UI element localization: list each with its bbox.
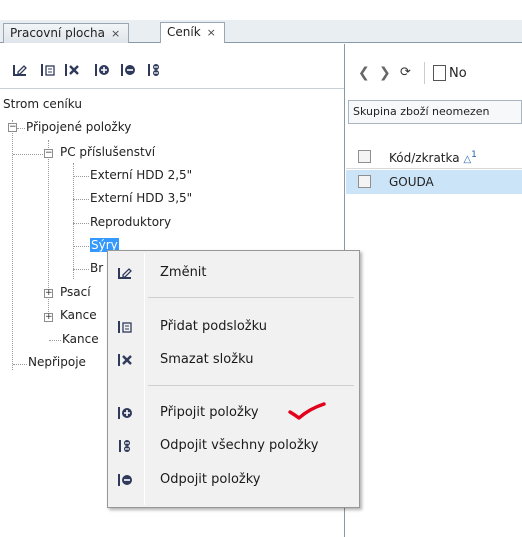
- new-document-icon[interactable]: [433, 65, 446, 81]
- tab-pracovni-plocha[interactable]: Pracovní plocha ×: [3, 23, 130, 43]
- tree-line: [73, 199, 89, 200]
- forward-icon[interactable]: ❯: [379, 65, 391, 81]
- collapse-icon[interactable]: −: [8, 123, 17, 132]
- tree-item-pripojene[interactable]: Připojené položky: [26, 120, 131, 134]
- attach-items-icon: [116, 404, 134, 422]
- tree-item-kance-1[interactable]: Kance: [60, 308, 97, 322]
- delete-folder-icon: [116, 351, 134, 369]
- context-menu: Změnit Přidat podsložku Smazat složku Př…: [107, 250, 360, 508]
- menu-item-label: Přidat podsložku: [160, 319, 268, 334]
- new-button-label[interactable]: No: [449, 66, 467, 81]
- tree-line: [73, 246, 89, 247]
- window-top-strip: [0, 0, 522, 20]
- column-header-kod[interactable]: Kód/zkratka △1: [389, 150, 477, 165]
- menu-separator: [148, 385, 354, 386]
- menu-item-label: Odpojit všechny položky: [160, 438, 319, 453]
- tree-item-repro[interactable]: Reproduktory: [90, 215, 171, 229]
- tree-line: [73, 223, 89, 224]
- edit-icon[interactable]: [10, 61, 30, 79]
- expand-icon[interactable]: +: [44, 289, 53, 298]
- menu-item-label: Odpojit položky: [160, 472, 261, 487]
- tree-item-kance-2[interactable]: Kance: [62, 332, 99, 346]
- tab-cenik[interactable]: Ceník ×: [160, 22, 225, 43]
- detach-all-icon[interactable]: [144, 61, 164, 79]
- column-header-kod-label: Kód/zkratka: [389, 151, 460, 165]
- select-all-checkbox[interactable]: [358, 150, 371, 163]
- edit-icon: [116, 264, 134, 282]
- tree-line: [73, 163, 74, 279]
- tree-item-hdd25[interactable]: Externí HDD 2,5": [90, 168, 192, 182]
- menu-item-pripojit-polozky[interactable]: Připojit položky: [111, 400, 356, 426]
- tree-item-hdd35[interactable]: Externí HDD 3,5": [90, 191, 192, 205]
- tree-root-label[interactable]: Strom ceníku: [3, 97, 82, 111]
- tab-bar: Pracovní plocha × Ceník ×: [0, 20, 522, 43]
- add-subfolder-icon[interactable]: [38, 61, 58, 79]
- tree-toolbar: [0, 44, 344, 89]
- menu-item-label: Připojit položky: [160, 405, 259, 420]
- items-toolbar: ❮ ❯ ⟳ No: [346, 44, 522, 89]
- sort-ascending-icon: △: [463, 154, 472, 165]
- row-checkbox[interactable]: [358, 175, 371, 188]
- attach-items-icon[interactable]: [92, 61, 112, 79]
- tree-item-psaci[interactable]: Psací: [60, 285, 91, 299]
- tree-line: [49, 340, 61, 341]
- close-icon[interactable]: ×: [111, 27, 120, 40]
- tree-item-br[interactable]: Br: [90, 261, 103, 275]
- menu-item-label: Smazat složku: [160, 352, 254, 367]
- items-pane: ❮ ❯ ⟳ No Skupina zboží neomezen Kód/zkra…: [346, 44, 522, 537]
- menu-item-zmenit[interactable]: Změnit: [111, 260, 356, 286]
- grid-header: Kód/zkratka △1: [346, 144, 522, 169]
- tree-line: [73, 176, 89, 177]
- menu-separator: [148, 297, 354, 298]
- detach-items-icon: [116, 471, 134, 489]
- tree-line: [13, 364, 27, 365]
- tree-item-nepripojene[interactable]: Nepřipoje: [28, 355, 86, 369]
- collapse-icon[interactable]: −: [44, 149, 53, 158]
- tree-line: [12, 120, 13, 370]
- delete-folder-icon[interactable]: [62, 61, 82, 79]
- tree-line: [13, 154, 43, 155]
- add-subfolder-icon: [116, 318, 134, 336]
- detach-all-icon: [116, 437, 134, 455]
- tree-line: [73, 269, 89, 270]
- expand-icon[interactable]: +: [44, 313, 53, 322]
- filter-bar[interactable]: Skupina zboží neomezen: [348, 100, 522, 124]
- tab-label: Ceník: [167, 25, 201, 39]
- red-checkmark-icon: [287, 401, 327, 424]
- tree-item-pc[interactable]: PC příslušenství: [60, 145, 155, 159]
- row-code: GOUDA: [389, 175, 434, 189]
- detach-items-icon[interactable]: [118, 61, 138, 79]
- toolbar-separator: [424, 62, 425, 84]
- sort-index: 1: [471, 150, 477, 160]
- tab-label: Pracovní plocha: [10, 26, 105, 40]
- close-icon[interactable]: ×: [207, 26, 216, 39]
- menu-item-pridat-podslozku[interactable]: Přidat podsložku: [111, 314, 356, 340]
- menu-item-odpojit-polozky[interactable]: Odpojit položky: [111, 467, 356, 493]
- menu-item-smazat-slozku[interactable]: Smazat složku: [111, 347, 356, 373]
- menu-item-label: Změnit: [160, 265, 207, 280]
- back-icon[interactable]: ❮: [358, 65, 370, 81]
- refresh-icon[interactable]: ⟳: [400, 65, 411, 80]
- table-row[interactable]: GOUDA: [346, 170, 522, 194]
- tree-line: [17, 128, 25, 129]
- menu-item-odpojit-vsechny[interactable]: Odpojit všechny položky: [111, 433, 356, 459]
